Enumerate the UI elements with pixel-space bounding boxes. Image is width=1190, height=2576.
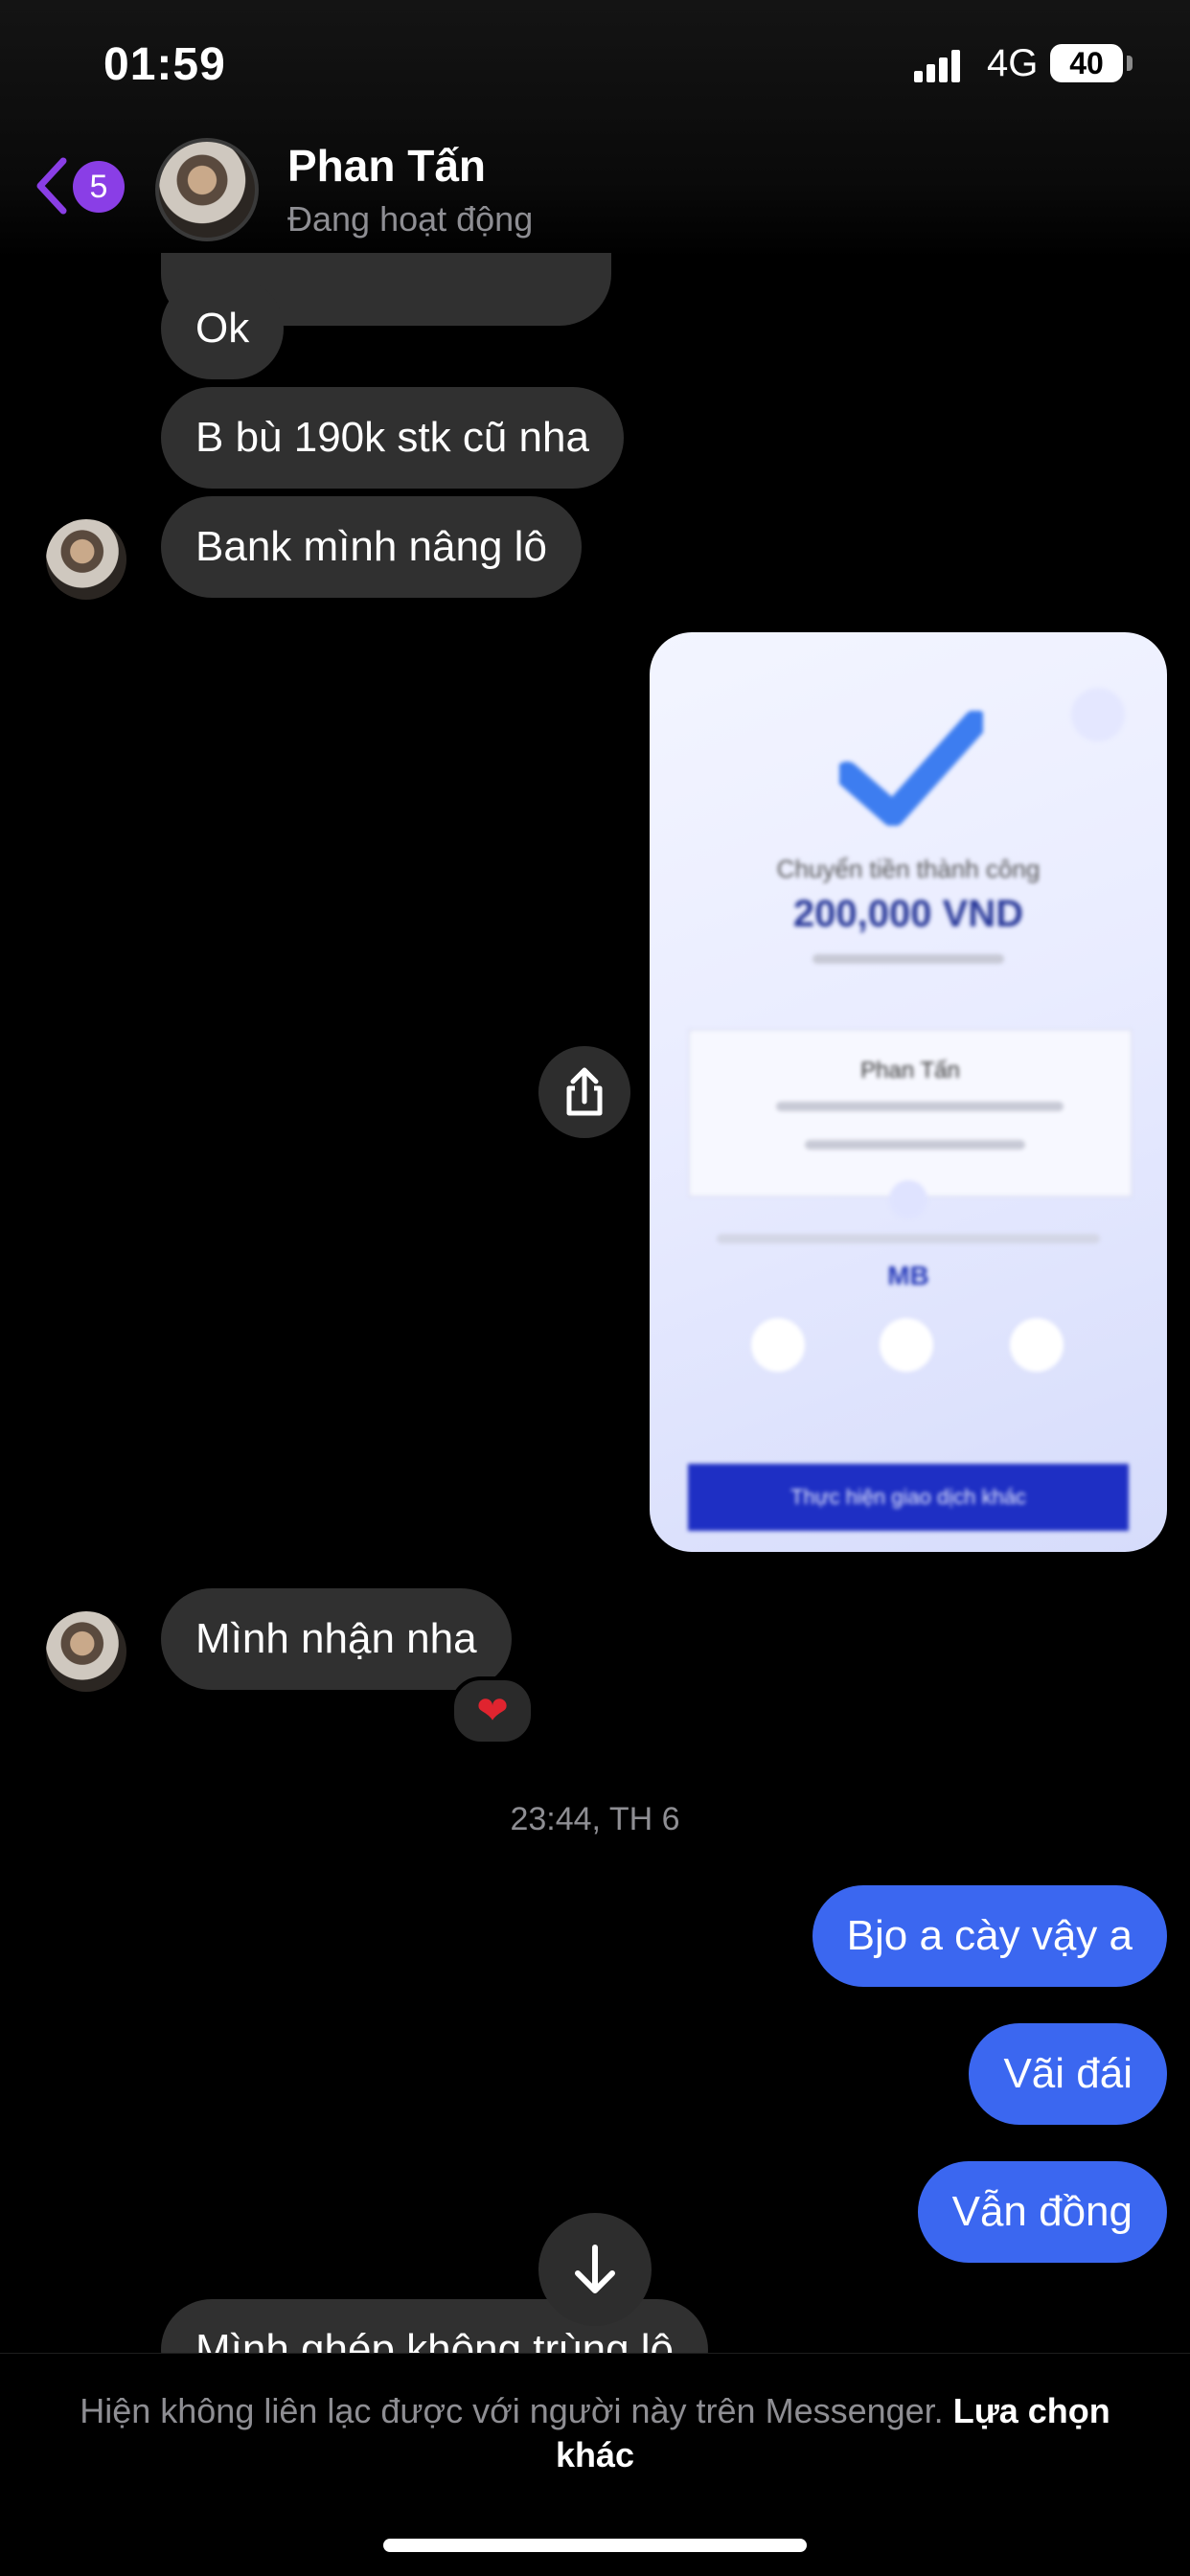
battery-tip	[1127, 56, 1133, 71]
checkmark-icon	[839, 711, 983, 826]
save-receipt-icon	[880, 1318, 933, 1372]
receipt-button: Thực hiện giao dịch khác	[688, 1464, 1129, 1531]
receipt-recipient-box: Phan Tấn	[688, 1029, 1133, 1197]
contact-name[interactable]: Phan Tấn	[287, 140, 486, 192]
message-bubble-outgoing[interactable]: Bjo a cày vậy a	[812, 1885, 1167, 1987]
avatar[interactable]	[46, 1611, 126, 1692]
receipt-account	[776, 1102, 1064, 1111]
status-time: 01:59	[103, 39, 226, 90]
chevron-left-icon	[36, 157, 67, 215]
receipt-amount: 200,000 VND	[792, 893, 1024, 935]
scroll-to-bottom-button[interactable]	[538, 2213, 652, 2326]
unread-badge[interactable]: 5	[73, 161, 125, 213]
avatar[interactable]	[46, 519, 126, 600]
expand-icon	[889, 1180, 927, 1219]
receipt-title: Chuyển tiền thành công	[776, 855, 1041, 883]
avatar[interactable]	[155, 138, 259, 241]
battery-icon: 40	[1050, 44, 1123, 82]
settings-icon	[1071, 688, 1125, 741]
message-bubble-outgoing[interactable]: Vẫn đồng	[917, 2161, 1167, 2263]
message-bubble-outgoing[interactable]: Vãi đái	[969, 2023, 1167, 2125]
template-icon	[1010, 1318, 1064, 1372]
heart-reaction[interactable]: ❤	[450, 1676, 535, 1745]
message-bubble[interactable]: Mình nhận nha	[161, 1588, 512, 1690]
share-icon	[566, 1067, 603, 1116]
message-bubble[interactable]: Ok	[161, 278, 285, 379]
timestamp: 23:44, TH 6	[510, 1801, 680, 1837]
presence-status: Đang hoạt động	[287, 199, 534, 239]
receipt-recipient: Phan Tấn	[860, 1058, 960, 1083]
home-indicator[interactable]	[383, 2539, 807, 2552]
image-attachment[interactable]: Chuyển tiền thành công 200,000 VND Phan …	[650, 632, 1167, 1552]
arrow-down-icon	[575, 2245, 615, 2293]
unavailable-notice: Hiện không liên lạc được với người này t…	[77, 2389, 1113, 2477]
share-button[interactable]	[538, 1046, 630, 1138]
receipt-note	[805, 1140, 1025, 1150]
message-bubble[interactable]: B bù 190k stk cũ nha	[161, 387, 624, 489]
receipt-caption	[717, 1234, 1100, 1243]
share-receipt-icon	[751, 1318, 805, 1372]
network-type: 4G	[987, 42, 1039, 84]
message-bubble[interactable]: Bank mình nâng lô	[161, 496, 582, 598]
receipt-date	[812, 954, 1004, 964]
unavailable-text: Hiện không liên lạc được với người này t…	[80, 2391, 944, 2430]
bank-logo: MB	[887, 1261, 929, 1290]
signal-icon	[914, 50, 962, 87]
